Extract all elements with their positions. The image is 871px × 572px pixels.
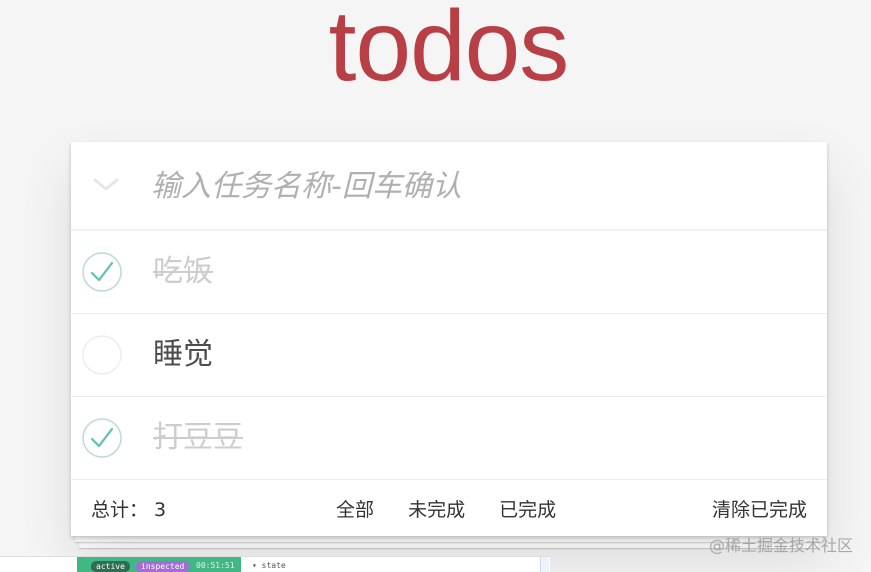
todo-card: 吃饭 睡觉 打豆豆 总计：3 全部 未完成 已完成 清除已完成	[71, 142, 827, 536]
todo-count-value: 3	[154, 499, 167, 521]
devtools-strip: active inspected 00:51:51 ▾ state	[0, 556, 550, 572]
todo-checkbox-checked-icon[interactable]	[82, 418, 122, 458]
devtools-timestamp: 00:51:51	[196, 561, 235, 570]
new-todo-input[interactable]	[151, 160, 801, 212]
todo-label[interactable]: 打豆豆	[153, 417, 243, 459]
todo-count-label: 总计：	[91, 499, 149, 521]
devtools-scrollbar[interactable]	[540, 557, 549, 572]
filter-group: 全部 未完成 已完成	[336, 495, 584, 522]
clear-completed-button[interactable]: 清除已完成	[712, 495, 807, 522]
todo-item-2: 睡觉	[71, 314, 827, 397]
todo-item-3: 打豆豆	[71, 397, 827, 480]
filter-active-link[interactable]: 未完成	[408, 499, 465, 521]
filter-all-link[interactable]: 全部	[336, 499, 374, 521]
devtools-state-label[interactable]: ▾ state	[252, 561, 286, 570]
todo-item-1: 吃饭	[71, 231, 827, 314]
devtools-inspected-badge: inspected	[136, 561, 190, 572]
filter-completed-link[interactable]: 已完成	[499, 499, 556, 521]
new-todo-row	[71, 142, 827, 231]
todo-count: 总计： 3	[91, 495, 166, 522]
app-title: todos	[328, 0, 570, 102]
todo-footer: 总计： 3 全部 未完成 已完成 清除已完成	[71, 480, 827, 536]
todo-checkbox-checked-icon[interactable]	[82, 252, 122, 292]
toggle-all-chevron-icon[interactable]	[89, 168, 123, 202]
devtools-active-badge: active	[91, 561, 130, 572]
watermark-text: @稀土掘金技术社区	[708, 536, 853, 555]
todo-label[interactable]: 睡觉	[153, 334, 213, 376]
todo-label[interactable]: 吃饭	[153, 251, 213, 293]
todo-checkbox-unchecked-icon[interactable]	[82, 335, 122, 375]
